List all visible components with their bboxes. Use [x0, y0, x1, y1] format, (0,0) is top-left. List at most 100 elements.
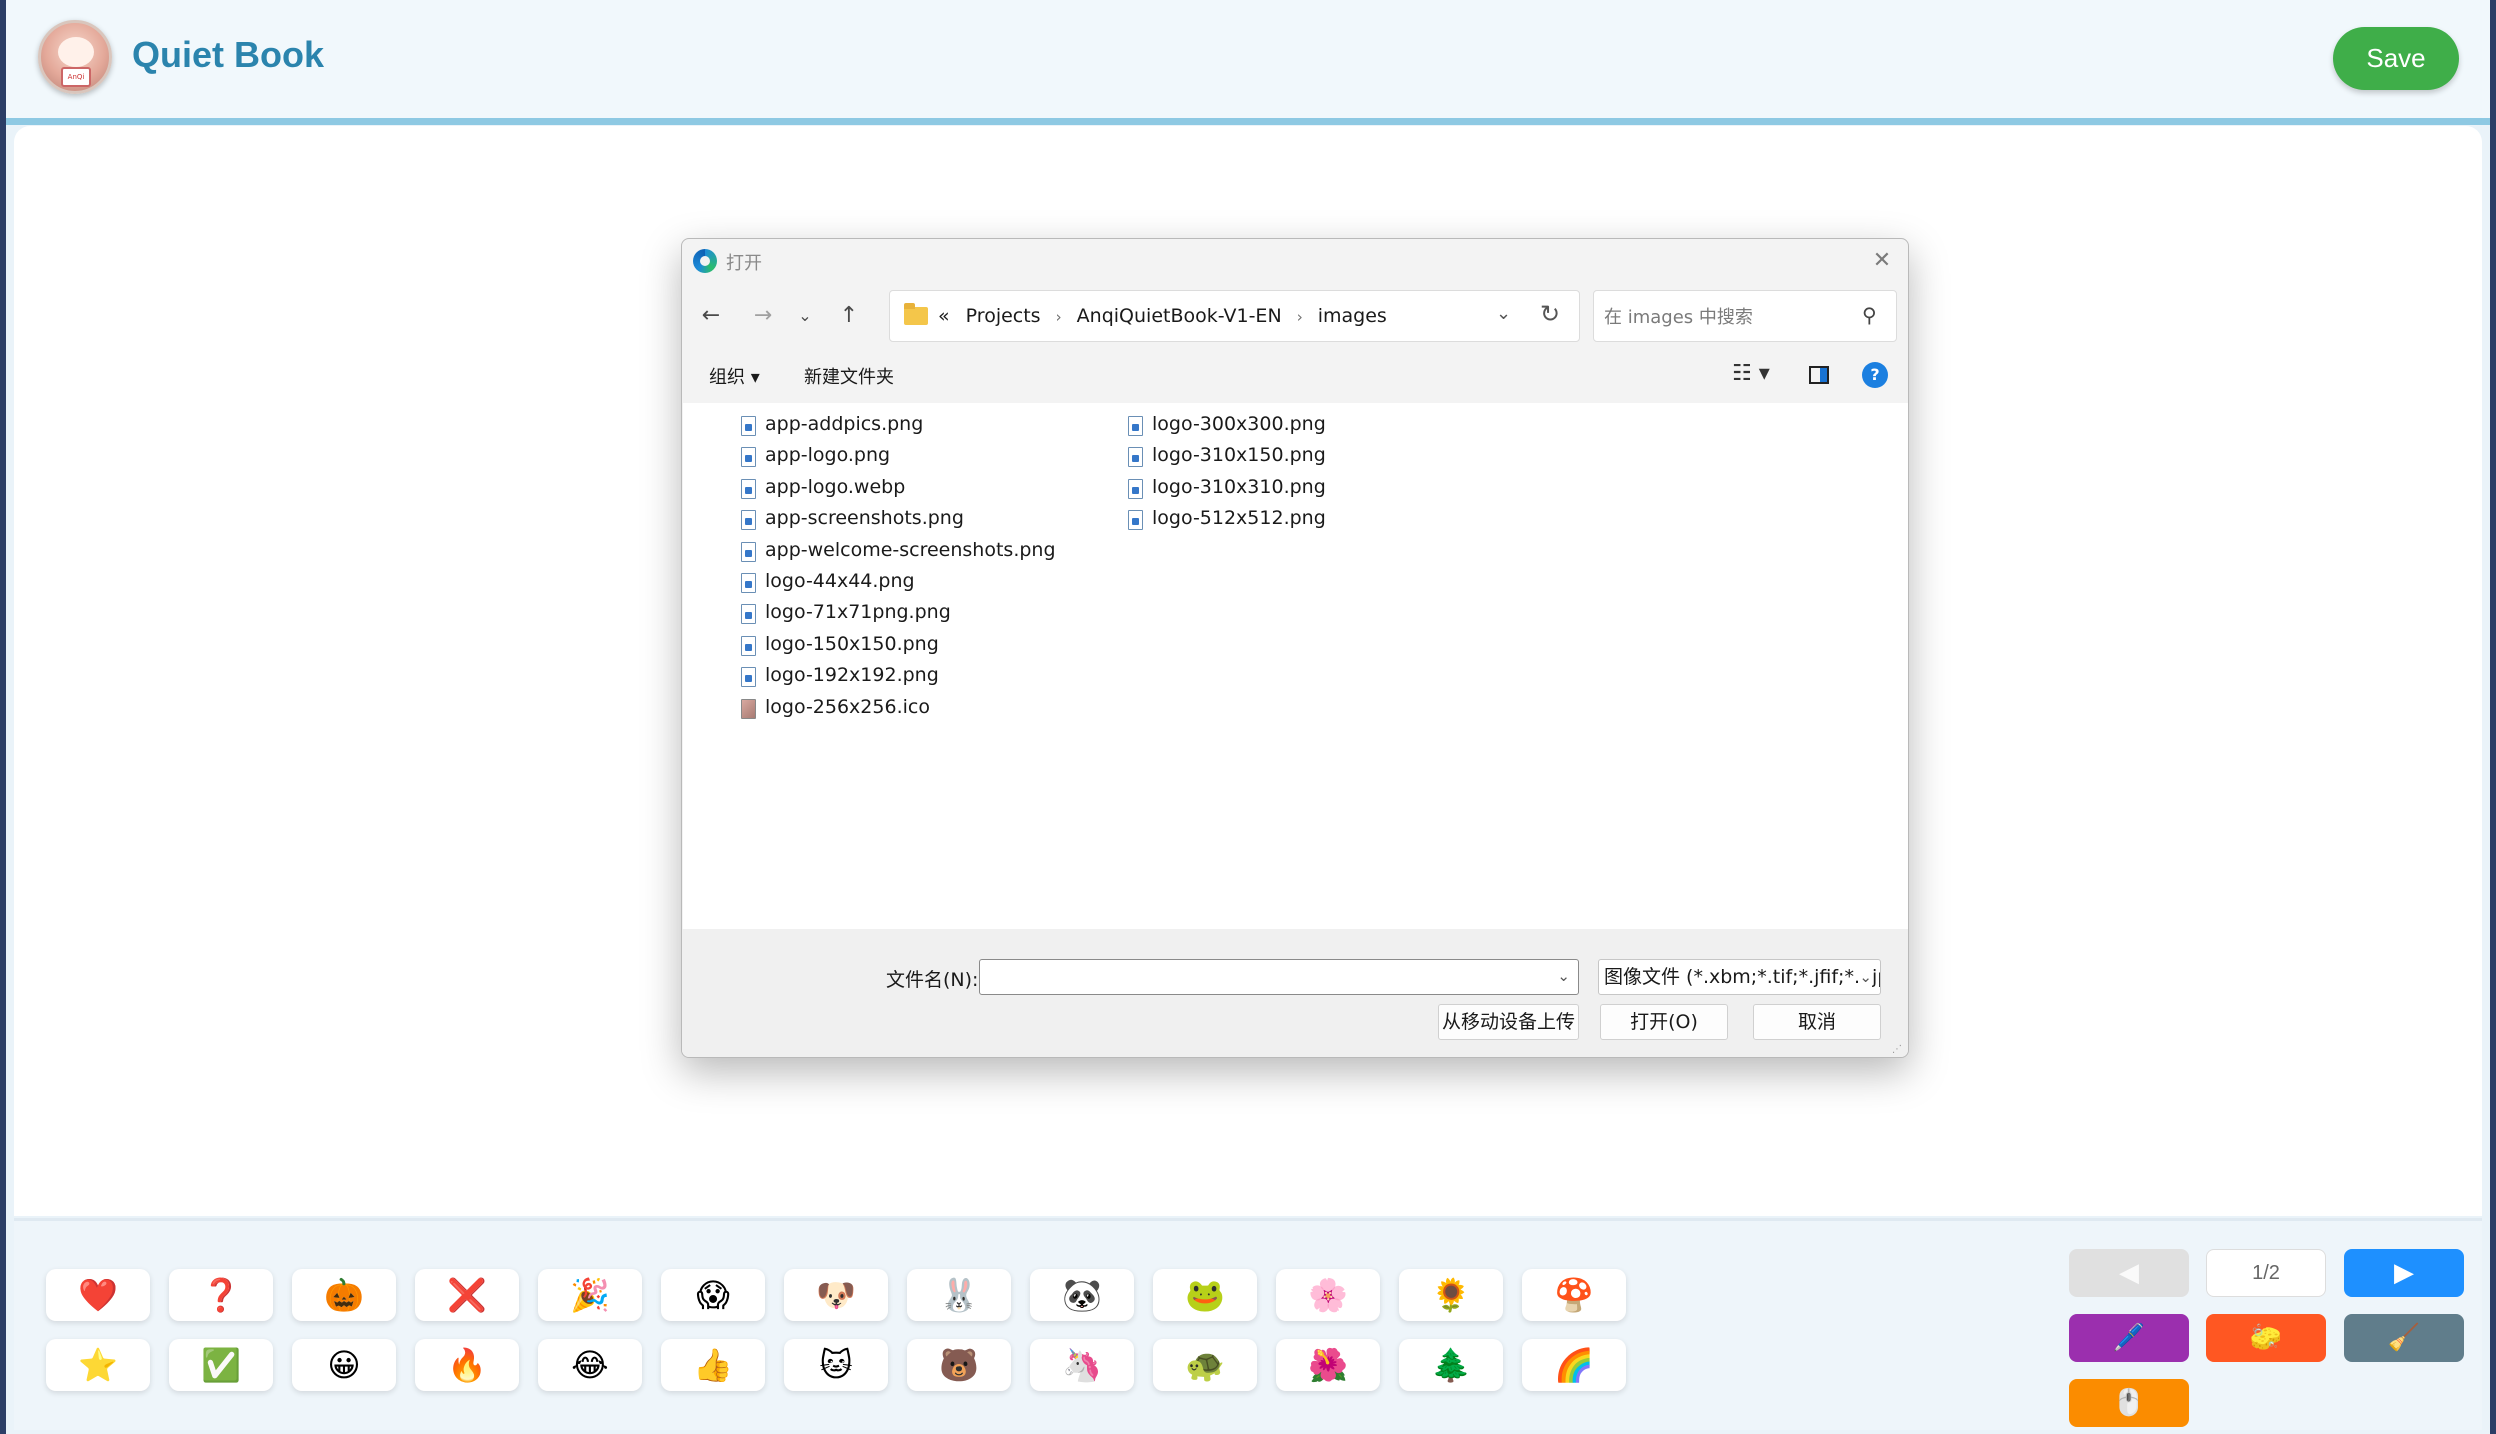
- filetype-value: 图像文件 (*.xbm;*.tif;*.jfif;*.pjp: [1604, 966, 1881, 988]
- sticker-fire[interactable]: 🔥: [415, 1339, 519, 1391]
- filetype-select[interactable]: 图像文件 (*.xbm;*.tif;*.jfif;*.pjp ⌄: [1598, 959, 1881, 995]
- sticker-panda[interactable]: 🐼: [1030, 1269, 1134, 1321]
- file-name: app-screenshots.png: [765, 507, 964, 529]
- image-file-icon: [741, 636, 756, 656]
- breadcrumb-item-projects[interactable]: Projects: [966, 305, 1041, 327]
- dialog-footer: 文件名(N): ⌄ 图像文件 (*.xbm;*.tif;*.jfif;*.pjp…: [682, 929, 1908, 1057]
- dialog-titlebar: 打开 ✕: [682, 239, 1908, 283]
- sticker-grin[interactable]: 😀: [292, 1339, 396, 1391]
- image-file-icon: [1128, 510, 1143, 530]
- sticker-unicorn[interactable]: 🦄: [1030, 1339, 1134, 1391]
- clear-broom-button[interactable]: 🧹: [2344, 1314, 2464, 1362]
- sticker-heart[interactable]: ❤️: [46, 1269, 150, 1321]
- view-options-icon[interactable]: ☷ ▾: [1732, 361, 1770, 386]
- organize-menu[interactable]: 组织 ▾: [709, 363, 760, 389]
- header-divider: [6, 118, 2490, 125]
- upload-from-mobile-button[interactable]: 从移动设备上传: [1438, 1004, 1579, 1040]
- app-header: AnQi Quiet Book Save: [6, 0, 2490, 120]
- resize-grip-icon[interactable]: ⋰: [1892, 1044, 1902, 1055]
- recent-locations-chevron-icon[interactable]: ⌄: [790, 301, 820, 331]
- sticker-rainbow[interactable]: 🌈: [1522, 1339, 1626, 1391]
- dialog-title: 打开: [726, 253, 762, 274]
- preview-pane-icon[interactable]: [1809, 366, 1829, 384]
- image-file-icon: [741, 479, 756, 499]
- up-arrow-icon[interactable]: ↑: [834, 301, 864, 331]
- search-input[interactable]: [1604, 304, 1854, 330]
- app-logo-avatar: AnQi: [38, 20, 112, 94]
- search-icon[interactable]: ⚲: [1862, 303, 1877, 327]
- eraser-tool-button[interactable]: 🧽: [2206, 1314, 2326, 1362]
- sticker-cross[interactable]: ❌: [415, 1269, 519, 1321]
- sticker-star[interactable]: ⭐: [46, 1339, 150, 1391]
- app-title: Quiet Book: [132, 34, 325, 75]
- image-file-icon: [741, 416, 756, 436]
- search-box[interactable]: ⚲: [1593, 290, 1897, 342]
- open-button[interactable]: 打开(O): [1600, 1004, 1728, 1040]
- file-name: logo-71x71png.png: [765, 601, 951, 623]
- file-name: app-logo.webp: [765, 476, 906, 498]
- image-file-icon: [741, 510, 756, 530]
- file-name: logo-310x150.png: [1152, 444, 1326, 466]
- page-indicator: 1/2: [2206, 1249, 2326, 1297]
- image-file-icon: [741, 447, 756, 467]
- help-icon[interactable]: ?: [1862, 362, 1888, 388]
- sticker-mushroom[interactable]: 🍄: [1522, 1269, 1626, 1321]
- breadcrumb: « Projects › AnqiQuietBook-V1-EN › image…: [938, 305, 1387, 327]
- filename-label: 文件名(N):: [886, 969, 979, 991]
- breadcrumb-item-anqiquietbook[interactable]: AnqiQuietBook-V1-EN: [1077, 305, 1282, 327]
- sticker-cat[interactable]: 🐱: [784, 1339, 888, 1391]
- cancel-button[interactable]: 取消: [1753, 1004, 1881, 1040]
- sticker-question[interactable]: ❓: [169, 1269, 273, 1321]
- avatar-book-text: AnQi: [61, 67, 91, 87]
- file-name: logo-192x192.png: [765, 664, 939, 686]
- sticker-scream[interactable]: 😱: [661, 1269, 765, 1321]
- new-folder-button[interactable]: 新建文件夹: [804, 363, 894, 389]
- select-tool-button[interactable]: 🖱️: [2069, 1379, 2189, 1427]
- sticker-turtle[interactable]: 🐢: [1153, 1339, 1257, 1391]
- sticker-frog[interactable]: 🐸: [1153, 1269, 1257, 1321]
- chevron-down-icon[interactable]: ⌄: [1557, 967, 1570, 985]
- file-name: logo-512x512.png: [1152, 507, 1326, 529]
- navigation-row: ← → ⌄ ↑ « Projects › AnqiQuietBook-V1-EN…: [682, 289, 1908, 345]
- sticker-sunflower[interactable]: 🌻: [1399, 1269, 1503, 1321]
- breadcrumb-separator-icon: ›: [1296, 308, 1303, 326]
- edge-browser-icon: [693, 249, 717, 273]
- sticker-tree[interactable]: 🌲: [1399, 1339, 1503, 1391]
- next-page-button[interactable]: ▶: [2344, 1249, 2464, 1297]
- image-file-icon: [1128, 479, 1143, 499]
- breadcrumb-prefix[interactable]: «: [938, 305, 950, 327]
- sticker-rabbit[interactable]: 🐰: [907, 1269, 1011, 1321]
- file-name: logo-310x310.png: [1152, 476, 1326, 498]
- sticker-pumpkin[interactable]: 🎃: [292, 1269, 396, 1321]
- breadcrumb-separator-icon: ›: [1055, 308, 1062, 326]
- chevron-down-icon[interactable]: ⌄: [1859, 960, 1872, 994]
- breadcrumb-item-images[interactable]: images: [1318, 305, 1387, 327]
- sticker-thumbs-up[interactable]: 👍: [661, 1339, 765, 1391]
- file-name: logo-150x150.png: [765, 633, 939, 655]
- close-icon[interactable]: ✕: [1868, 247, 1896, 275]
- back-arrow-icon[interactable]: ←: [696, 301, 726, 331]
- sticker-dog[interactable]: 🐶: [784, 1269, 888, 1321]
- forward-arrow-icon[interactable]: →: [748, 301, 778, 331]
- sticker-laugh[interactable]: 😂: [538, 1339, 642, 1391]
- sticker-panel: ❤️ ❓ 🎃 ❌ 🎉 😱 🐶 🐰 🐼 🐸 🌸 🌻 🍄 ⭐ ✅ 😀 🔥 😂 👍 🐱…: [14, 1218, 2482, 1430]
- file-list: app-addpics.png app-logo.png app-logo.we…: [683, 403, 1908, 929]
- file-name: logo-300x300.png: [1152, 413, 1326, 435]
- save-button[interactable]: Save: [2333, 27, 2459, 90]
- filename-field[interactable]: ⌄: [979, 959, 1579, 995]
- refresh-icon[interactable]: ↻: [1540, 300, 1560, 328]
- avatar-face: [58, 37, 94, 67]
- image-file-icon: [1128, 416, 1143, 436]
- dialog-toolbar: 组织 ▾ 新建文件夹 ☷ ▾ ?: [682, 353, 1908, 397]
- sticker-check[interactable]: ✅: [169, 1339, 273, 1391]
- address-dropdown-chevron-icon[interactable]: ⌄: [1496, 303, 1511, 324]
- sticker-bear[interactable]: 🐻: [907, 1339, 1011, 1391]
- folder-icon: [904, 303, 928, 325]
- address-bar[interactable]: « Projects › AnqiQuietBook-V1-EN › image…: [889, 290, 1580, 342]
- sticker-cherry-blossom[interactable]: 🌸: [1276, 1269, 1380, 1321]
- prev-page-button[interactable]: ◀: [2069, 1249, 2189, 1297]
- file-name: app-logo.png: [765, 444, 891, 466]
- sticker-party[interactable]: 🎉: [538, 1269, 642, 1321]
- sticker-hibiscus[interactable]: 🌺: [1276, 1339, 1380, 1391]
- pen-tool-button[interactable]: 🖊️: [2069, 1314, 2189, 1362]
